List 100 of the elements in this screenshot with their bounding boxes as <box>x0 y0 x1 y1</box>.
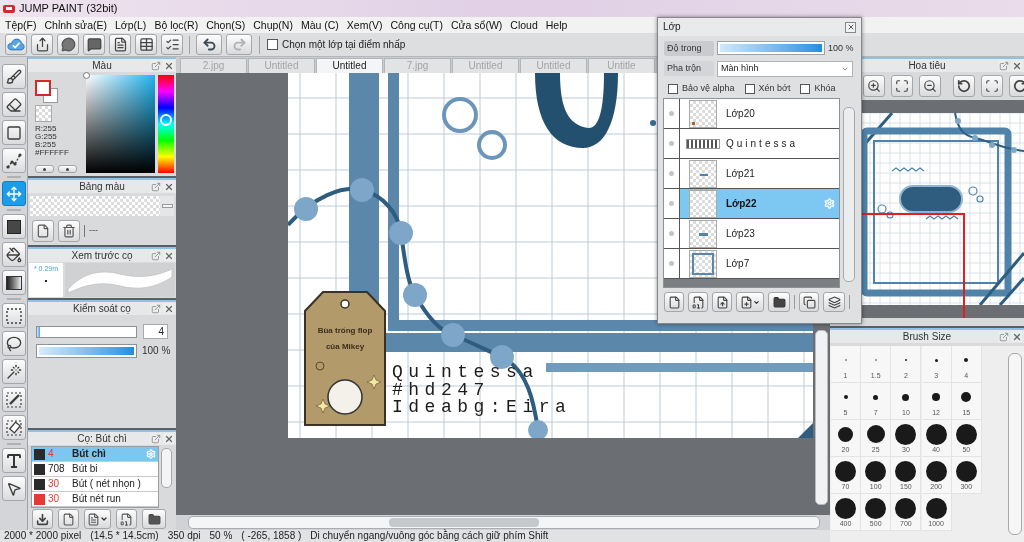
duplicate-layer-button[interactable] <box>799 292 819 312</box>
tool-button[interactable] <box>1 331 26 356</box>
menu-item[interactable]: Cửa sổ(W) <box>446 19 507 31</box>
checkbox[interactable] <box>267 39 278 50</box>
speech-bubble-icon <box>60 37 76 52</box>
document-icon <box>112 37 128 52</box>
navigator-button[interactable] <box>891 75 913 97</box>
checkbox[interactable] <box>668 83 678 94</box>
layer-row[interactable]: Lớp22 <box>664 189 839 219</box>
menu-item[interactable]: Chụp(N) <box>249 19 297 31</box>
saturation-value-picker[interactable] <box>86 75 155 173</box>
tool-button[interactable] <box>1 448 26 473</box>
layer-row[interactable]: Lớp20 <box>664 99 839 129</box>
menu-item[interactable]: Màu (C) <box>296 19 343 31</box>
toolbar-button[interactable] <box>135 34 157 55</box>
menu-item[interactable]: Help <box>541 19 572 31</box>
download-button[interactable] <box>32 509 53 529</box>
brush-row[interactable]: 4 Bút chì <box>32 447 158 462</box>
undo-button[interactable] <box>196 34 222 55</box>
menu-item[interactable]: Bộ lọc(R) <box>150 19 203 31</box>
small-button[interactable] <box>58 165 77 173</box>
close-button[interactable] <box>163 433 174 444</box>
scrollbar-thumb[interactable] <box>389 518 539 527</box>
layer-row[interactable]: Lớp7 <box>664 249 839 279</box>
brush-menu-button[interactable] <box>84 509 111 529</box>
close-button[interactable] <box>1011 60 1022 71</box>
close-icon <box>163 303 174 314</box>
checkbox[interactable] <box>800 83 811 94</box>
scrollbar-thumb[interactable] <box>161 448 172 488</box>
color-swatches-icon[interactable] <box>35 80 58 103</box>
scrollbar-thumb[interactable] <box>161 204 173 208</box>
brush-size-slider[interactable] <box>36 325 137 338</box>
menu-item[interactable]: Công cụ(T) <box>386 19 447 31</box>
panel-title: Hoa tiêu <box>907 60 947 71</box>
menu-item[interactable]: Chọn(S) <box>202 19 250 31</box>
close-button[interactable] <box>163 303 174 314</box>
navigator-button[interactable] <box>953 75 975 97</box>
hue-slider[interactable] <box>158 75 174 173</box>
navigator-button[interactable] <box>863 75 885 97</box>
menu-item[interactable]: Tệp(F) <box>1 19 41 31</box>
brush-row[interactable]: 708 Bút bi <box>32 462 158 477</box>
tool-button[interactable] <box>1 415 26 440</box>
page-plus-icon <box>740 295 753 309</box>
toolbar-button[interactable] <box>109 34 131 55</box>
new-1bit-layer-button[interactable] <box>712 292 732 312</box>
panel-title: Bảng màu <box>78 181 126 192</box>
toolbar-button[interactable] <box>161 34 183 55</box>
tool-button[interactable] <box>1 214 26 239</box>
tool-button[interactable] <box>1 92 26 117</box>
layer-row[interactable]: Quintessa <box>664 129 839 159</box>
layer-row[interactable]: Lớp23 <box>664 219 839 249</box>
folder-button[interactable] <box>142 509 166 529</box>
toolbar-button[interactable] <box>31 34 53 55</box>
hue-thumb-ring-icon[interactable] <box>160 114 172 127</box>
menu-item[interactable]: Chỉnh sửa(E) <box>40 19 111 31</box>
close-button[interactable] <box>163 181 174 192</box>
menu-item[interactable]: Lớp(L) <box>110 19 151 31</box>
tool-button[interactable] <box>1 148 26 173</box>
toolbar-button[interactable] <box>83 34 105 55</box>
new-brush-button[interactable] <box>58 509 79 529</box>
brush-row[interactable]: 30 Bút nét run <box>32 492 158 507</box>
navigator-button[interactable] <box>919 75 941 97</box>
tool-button[interactable] <box>1 64 26 89</box>
scrollbar[interactable] <box>160 196 174 216</box>
tool-button[interactable] <box>1 387 26 412</box>
menu-item[interactable]: Xem(V) <box>342 19 387 31</box>
close-button[interactable] <box>845 21 856 33</box>
brush-settings-button[interactable] <box>116 509 137 529</box>
size-input[interactable]: 4 <box>143 324 168 339</box>
new-swatch-button[interactable] <box>32 219 54 242</box>
document-tab[interactable]: Untitled <box>316 58 383 73</box>
toolbar-button[interactable] <box>57 34 79 55</box>
swatch-area[interactable] <box>30 196 160 216</box>
scrollbar[interactable] <box>188 516 820 529</box>
close-button[interactable] <box>163 60 174 71</box>
layer-thumbnail <box>689 219 717 248</box>
tool-button[interactable] <box>1 242 26 267</box>
close-button[interactable] <box>163 250 174 261</box>
new-8bit-layer-button[interactable] <box>688 292 708 312</box>
tool-button[interactable] <box>1 476 26 501</box>
delete-swatch-button[interactable] <box>58 219 80 242</box>
transparent-swatch-icon[interactable] <box>35 105 52 122</box>
zoom-in-icon <box>867 79 881 93</box>
close-button[interactable] <box>1011 331 1022 342</box>
tool-button[interactable] <box>1 270 26 295</box>
small-button[interactable] <box>35 165 54 173</box>
brush-row[interactable]: 30 Bút ( nét nhọn ) <box>32 477 158 492</box>
scrollbar-thumb[interactable] <box>1008 353 1022 535</box>
letter-t-icon <box>4 451 23 470</box>
navigator-button[interactable] <box>981 75 1003 97</box>
scrollbar-thumb[interactable] <box>815 330 828 505</box>
merge-layer-button[interactable] <box>823 292 845 312</box>
hex-value: #FFFFFF <box>35 149 70 157</box>
add-layer-button[interactable] <box>736 292 764 312</box>
blend-mode-dropdown[interactable]: Màn hình <box>717 60 853 77</box>
menu-item[interactable]: Cloud <box>506 19 542 31</box>
new-layer-button[interactable] <box>664 292 684 312</box>
layer-row[interactable]: Lớp21 <box>664 159 839 189</box>
checkbox[interactable] <box>744 83 755 94</box>
folder-button[interactable] <box>768 292 790 312</box>
